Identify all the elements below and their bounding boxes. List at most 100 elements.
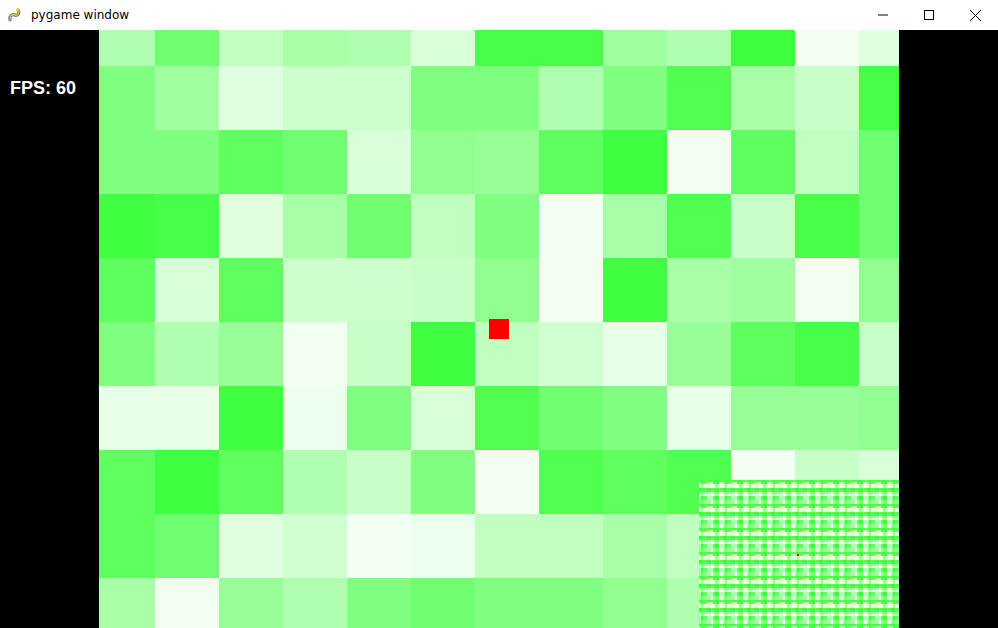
map-tile xyxy=(539,30,603,66)
map-tile xyxy=(99,194,155,258)
map-tile xyxy=(539,514,603,578)
map-tile xyxy=(219,386,283,450)
map-tile xyxy=(731,322,795,386)
map-tile xyxy=(219,450,283,514)
map-tile xyxy=(475,514,539,578)
map-tile xyxy=(731,130,795,194)
map-tile xyxy=(99,130,155,194)
map-tile xyxy=(411,386,475,450)
map-tile xyxy=(411,258,475,322)
map-tile xyxy=(731,30,795,66)
map-tile xyxy=(475,578,539,628)
minimize-icon xyxy=(878,10,888,20)
map-tile xyxy=(667,322,731,386)
map-tile xyxy=(283,30,347,66)
map-tile xyxy=(731,258,795,322)
game-viewport[interactable] xyxy=(99,30,899,628)
map-tile xyxy=(475,194,539,258)
map-tile xyxy=(667,258,731,322)
map-tile xyxy=(795,30,859,66)
map-tile xyxy=(539,194,603,258)
map-tile xyxy=(99,30,155,66)
map-tile xyxy=(283,514,347,578)
map-tile xyxy=(859,30,899,66)
minimize-button[interactable] xyxy=(860,0,906,30)
map-tile xyxy=(667,130,731,194)
map-tile xyxy=(411,66,475,130)
map-tile xyxy=(539,258,603,322)
player xyxy=(489,319,509,339)
map-tile xyxy=(347,66,411,130)
map-tile xyxy=(795,386,859,450)
pygame-icon xyxy=(7,7,23,23)
map-tile xyxy=(795,66,859,130)
title-bar: pygame window xyxy=(0,0,998,30)
map-tile xyxy=(475,258,539,322)
map-tile xyxy=(859,194,899,258)
map-tile xyxy=(411,130,475,194)
window-title: pygame window xyxy=(31,8,860,22)
left-border: FPS: 60 xyxy=(0,30,99,628)
map-tile xyxy=(731,386,795,450)
map-tile xyxy=(347,258,411,322)
map-tile xyxy=(859,66,899,130)
map-tile xyxy=(99,66,155,130)
map-tile xyxy=(411,30,475,66)
map-tile xyxy=(603,30,667,66)
map-tile xyxy=(347,386,411,450)
map-tile xyxy=(283,66,347,130)
map-tile xyxy=(475,66,539,130)
map-tile xyxy=(155,578,219,628)
map-tile xyxy=(667,194,731,258)
map-tile xyxy=(539,450,603,514)
map-tile xyxy=(99,578,155,628)
map-tile xyxy=(667,66,731,130)
map-tile xyxy=(347,30,411,66)
map-tile xyxy=(411,578,475,628)
close-icon xyxy=(970,10,981,21)
map-tile xyxy=(219,514,283,578)
map-tile xyxy=(603,130,667,194)
map-tile xyxy=(603,66,667,130)
map-tile xyxy=(411,450,475,514)
map-tile xyxy=(99,258,155,322)
map-tile xyxy=(411,514,475,578)
map-tile xyxy=(347,194,411,258)
map-tile xyxy=(283,322,347,386)
map-tile xyxy=(283,578,347,628)
map-tile xyxy=(603,322,667,386)
right-border xyxy=(899,30,998,628)
close-button[interactable] xyxy=(952,0,998,30)
map-tile xyxy=(155,130,219,194)
map-tile xyxy=(99,322,155,386)
minimap xyxy=(699,480,899,628)
map-tile xyxy=(283,450,347,514)
map-tile xyxy=(155,194,219,258)
map-tile xyxy=(859,130,899,194)
minimap-player-marker xyxy=(797,554,799,556)
map-tile xyxy=(155,450,219,514)
map-tile xyxy=(219,258,283,322)
maximize-button[interactable] xyxy=(906,0,952,30)
map-tile xyxy=(859,386,899,450)
map-tile xyxy=(731,66,795,130)
map-tile xyxy=(795,322,859,386)
map-tile xyxy=(155,258,219,322)
map-tile xyxy=(539,130,603,194)
map-tile xyxy=(219,66,283,130)
map-tile xyxy=(603,386,667,450)
maximize-icon xyxy=(924,10,934,20)
map-tile xyxy=(603,578,667,628)
map-tile xyxy=(603,258,667,322)
map-tile xyxy=(283,258,347,322)
map-tile xyxy=(219,194,283,258)
map-tile xyxy=(219,130,283,194)
map-tile xyxy=(99,450,155,514)
map-tile xyxy=(475,450,539,514)
map-tile xyxy=(603,514,667,578)
map-tile xyxy=(795,130,859,194)
map-tile xyxy=(347,514,411,578)
map-tile xyxy=(667,30,731,66)
map-tile xyxy=(731,194,795,258)
map-tile xyxy=(411,322,475,386)
